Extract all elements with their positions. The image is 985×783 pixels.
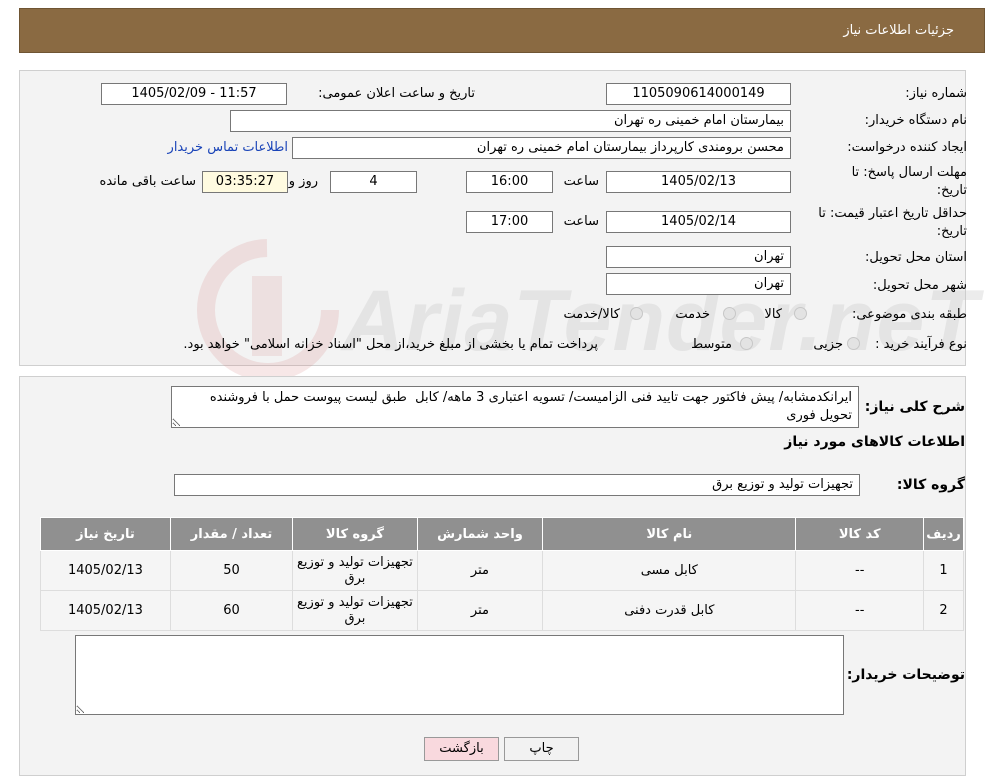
table-row: 2 -- کابل قدرت دفنی متر تجهیزات تولید و … [40,590,964,631]
cell-item-group: تجهیزات تولید و توزیع برق [292,550,418,591]
page-title: جزئیات اطلاعات نیاز [843,23,954,38]
deadline-label-date: تاریخ: [936,183,967,198]
category-goods-label: کالا [764,307,782,322]
cell-item-code: -- [795,550,925,591]
days-label: روز و [288,174,318,189]
validity-label-date: تاریخ: [936,224,967,239]
cell-unit: متر [416,590,544,631]
process-note: پرداخت تمام یا بخشی از مبلغ خرید،از محل … [183,337,598,352]
buyer-notes-label: توضیحات خریدار: [846,667,965,683]
need-number-label: شماره نیاز: [905,86,967,101]
deadline-label: مهلت ارسال پاسخ: تا [851,165,967,180]
remaining-label: ساعت باقی مانده [99,174,196,189]
deadline-date-field: 1405/02/13 [606,171,791,193]
category-goods-service-radio[interactable] [630,307,643,320]
buyer-org-label: نام دستگاه خریدار: [864,113,967,128]
print-button[interactable]: چاپ [504,737,579,761]
validity-label: حداقل تاریخ اعتبار قیمت: تا [818,206,967,221]
creator-label: ایجاد کننده درخواست: [847,140,967,155]
buyer-notes-textarea[interactable] [75,635,844,715]
province-label: استان محل تحویل: [865,250,967,265]
process-label: نوع فرآیند خرید : [875,337,967,352]
category-goods-service-label: کالا/خدمت [563,307,620,322]
col-quantity: تعداد / مقدار [169,517,294,551]
col-item-name: نام کالا [542,517,797,551]
cell-row-number: 1 [923,550,964,591]
days-field: 4 [330,171,417,193]
cell-row-number: 2 [923,590,964,631]
announce-datetime-field: 1405/02/09 - 11:57 [101,83,287,105]
cell-quantity: 60 [169,590,294,631]
goods-section-title: اطلاعات کالاهای مورد نیاز [784,434,965,450]
process-minor-radio[interactable] [847,337,860,350]
table-row: 1 -- کابل مسی متر تجهیزات تولید و توزیع … [40,550,964,591]
validity-date-field: 1405/02/14 [606,211,791,233]
col-row-number: ردیف [923,517,964,551]
cell-item-code: -- [795,590,925,631]
city-field: تهران [606,273,791,295]
city-label: شهر محل تحویل: [872,278,967,293]
category-service-radio[interactable] [723,307,736,320]
province-field: تهران [606,246,791,268]
table-header-row: ردیف کد کالا نام کالا واحد شمارش گروه کا… [40,517,964,551]
col-item-code: کد کالا [795,517,925,551]
col-item-group: گروه کالا [292,517,418,551]
goods-group-field: تجهیزات تولید و توزیع برق [174,474,860,496]
description-textarea[interactable]: ایرانکدمشابه/ پیش فاکتور جهت تایید فنی ا… [171,386,859,428]
cell-unit: متر [416,550,544,591]
category-service-label: خدمت [675,307,710,322]
creator-field: محسن برومندی کارپرداز بیمارستان امام خمی… [292,137,791,159]
cell-quantity: 50 [169,550,294,591]
process-medium-label: متوسط [691,337,732,352]
col-unit: واحد شمارش [416,517,544,551]
page-header: جزئیات اطلاعات نیاز [19,8,985,53]
goods-group-label: گروه کالا: [896,477,965,493]
back-button[interactable]: بازگشت [424,737,499,761]
col-need-date: تاریخ نیاز [40,517,171,551]
cell-need-date: 1405/02/13 [40,550,171,591]
category-goods-radio[interactable] [794,307,807,320]
deadline-time-field: 16:00 [466,171,553,193]
cell-item-group: تجهیزات تولید و توزیع برق [292,590,418,631]
cell-item-name: کابل مسی [542,550,797,591]
process-medium-radio[interactable] [740,337,753,350]
validity-time-field: 17:00 [466,211,553,233]
process-minor-label: جزیی [813,337,843,352]
cell-item-name: کابل قدرت دفنی [542,590,797,631]
goods-table: ردیف کد کالا نام کالا واحد شمارش گروه کا… [40,517,964,631]
validity-time-label: ساعت [563,214,599,229]
buyer-org-field: بیمارستان امام خمینی ره تهران [230,110,791,132]
category-label: طبقه بندی موضوعی: [851,307,967,322]
buyer-contact-link[interactable]: اطلاعات تماس خریدار [168,140,288,155]
deadline-time-label: ساعت [563,174,599,189]
need-number-field: 1105090614000149 [606,83,791,105]
description-label: شرح کلی نیاز: [864,399,965,415]
remaining-time-field: 03:35:27 [202,171,288,193]
cell-need-date: 1405/02/13 [40,590,171,631]
announce-label: تاریخ و ساعت اعلان عمومی: [318,86,475,101]
